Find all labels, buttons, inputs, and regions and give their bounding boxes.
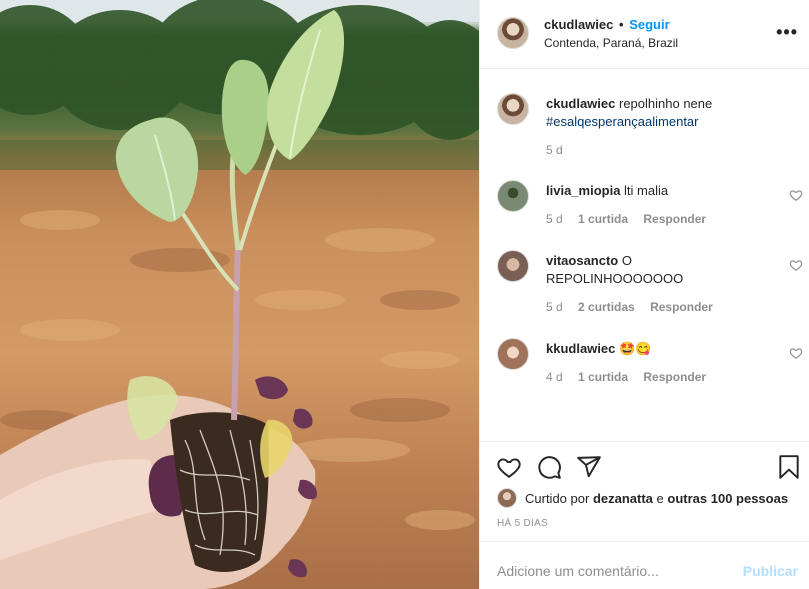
comments-list[interactable]: ckudlawiec repolhinho nene #esalqesperan… [480, 69, 809, 441]
more-icon[interactable]: ••• [776, 22, 798, 43]
comment-text: vitaosancto O REPOLINHOOOOOOO [546, 252, 761, 288]
author-avatar[interactable] [497, 17, 529, 49]
comment-text: livia_miopia lti malia [546, 182, 761, 200]
comment-avatar[interactable] [497, 180, 529, 212]
post-photo[interactable] [0, 0, 479, 589]
action-bar: Curtido por dezanatta e outras 100 pesso… [480, 441, 809, 541]
likes-others-link[interactable]: outras 100 pessoas [667, 491, 788, 506]
caption-text: ckudlawiec repolhinho nene #esalqesperan… [546, 95, 786, 131]
caption-username[interactable]: ckudlawiec [546, 96, 615, 111]
comment-body: 🤩😋 [619, 341, 652, 356]
post-panel: ckudlawiec • Seguir Contenda, Paraná, Br… [479, 0, 809, 589]
comment-icon[interactable] [536, 454, 562, 480]
caption-body: repolhinho nene [619, 96, 713, 111]
liker-avatar[interactable] [497, 488, 517, 508]
reply-button[interactable]: Responder [650, 300, 713, 314]
publish-button[interactable]: Publicar [743, 563, 798, 579]
comment-time: 4 d [546, 370, 563, 384]
comment-meta: 4 d 1 curtida Responder [546, 370, 718, 384]
post-header: ckudlawiec • Seguir Contenda, Paraná, Br… [480, 0, 809, 69]
caption-hashtag[interactable]: #esalqesperançaalimentar [546, 114, 698, 129]
comment-avatar[interactable] [497, 338, 529, 370]
author-line: ckudlawiec • Seguir [544, 17, 670, 32]
reply-button[interactable]: Responder [643, 212, 706, 226]
comment-username[interactable]: vitaosancto [546, 253, 618, 268]
likes-summary: Curtido por dezanatta e outras 100 pesso… [497, 488, 788, 508]
share-icon[interactable] [576, 454, 602, 480]
reply-button[interactable]: Responder [643, 370, 706, 384]
comment-heart-icon[interactable] [789, 346, 803, 360]
post-date[interactable]: HÁ 5 DIAS [497, 518, 548, 529]
likes-connector: e [656, 490, 664, 506]
comment-time: 5 d [546, 300, 563, 314]
liker-username[interactable]: dezanatta [593, 491, 653, 506]
caption-time: 5 d [546, 143, 563, 157]
author-username[interactable]: ckudlawiec [544, 17, 613, 32]
comment-likes[interactable]: 1 curtida [578, 212, 628, 226]
comment-time: 5 d [546, 212, 563, 226]
comment-meta: 5 d 1 curtida Responder [546, 212, 718, 226]
comment-likes[interactable]: 1 curtida [578, 370, 628, 384]
comment-heart-icon[interactable] [789, 258, 803, 272]
caption-avatar[interactable] [497, 93, 529, 125]
comment-avatar[interactable] [497, 250, 529, 282]
post-location[interactable]: Contenda, Paraná, Brazil [544, 36, 678, 50]
comment-heart-icon[interactable] [789, 188, 803, 202]
comment-username[interactable]: kkudlawiec [546, 341, 615, 356]
follow-button[interactable]: Seguir [629, 17, 669, 32]
comment-meta: 5 d 2 curtidas Responder [546, 300, 725, 314]
heart-icon[interactable] [496, 454, 522, 480]
add-comment-bar: Adicione um comentário... Publicar [480, 541, 809, 589]
separator-dot: • [619, 17, 624, 32]
seedling-image [0, 0, 479, 589]
bookmark-icon[interactable] [776, 454, 802, 480]
comment-text: kkudlawiec 🤩😋 [546, 340, 761, 358]
comment-likes[interactable]: 2 curtidas [578, 300, 635, 314]
likes-prefix: Curtido por [525, 490, 590, 506]
comment-input[interactable]: Adicione um comentário... [497, 563, 659, 579]
comment-body: lti malia [624, 183, 669, 198]
comment-username[interactable]: livia_miopia [546, 183, 620, 198]
